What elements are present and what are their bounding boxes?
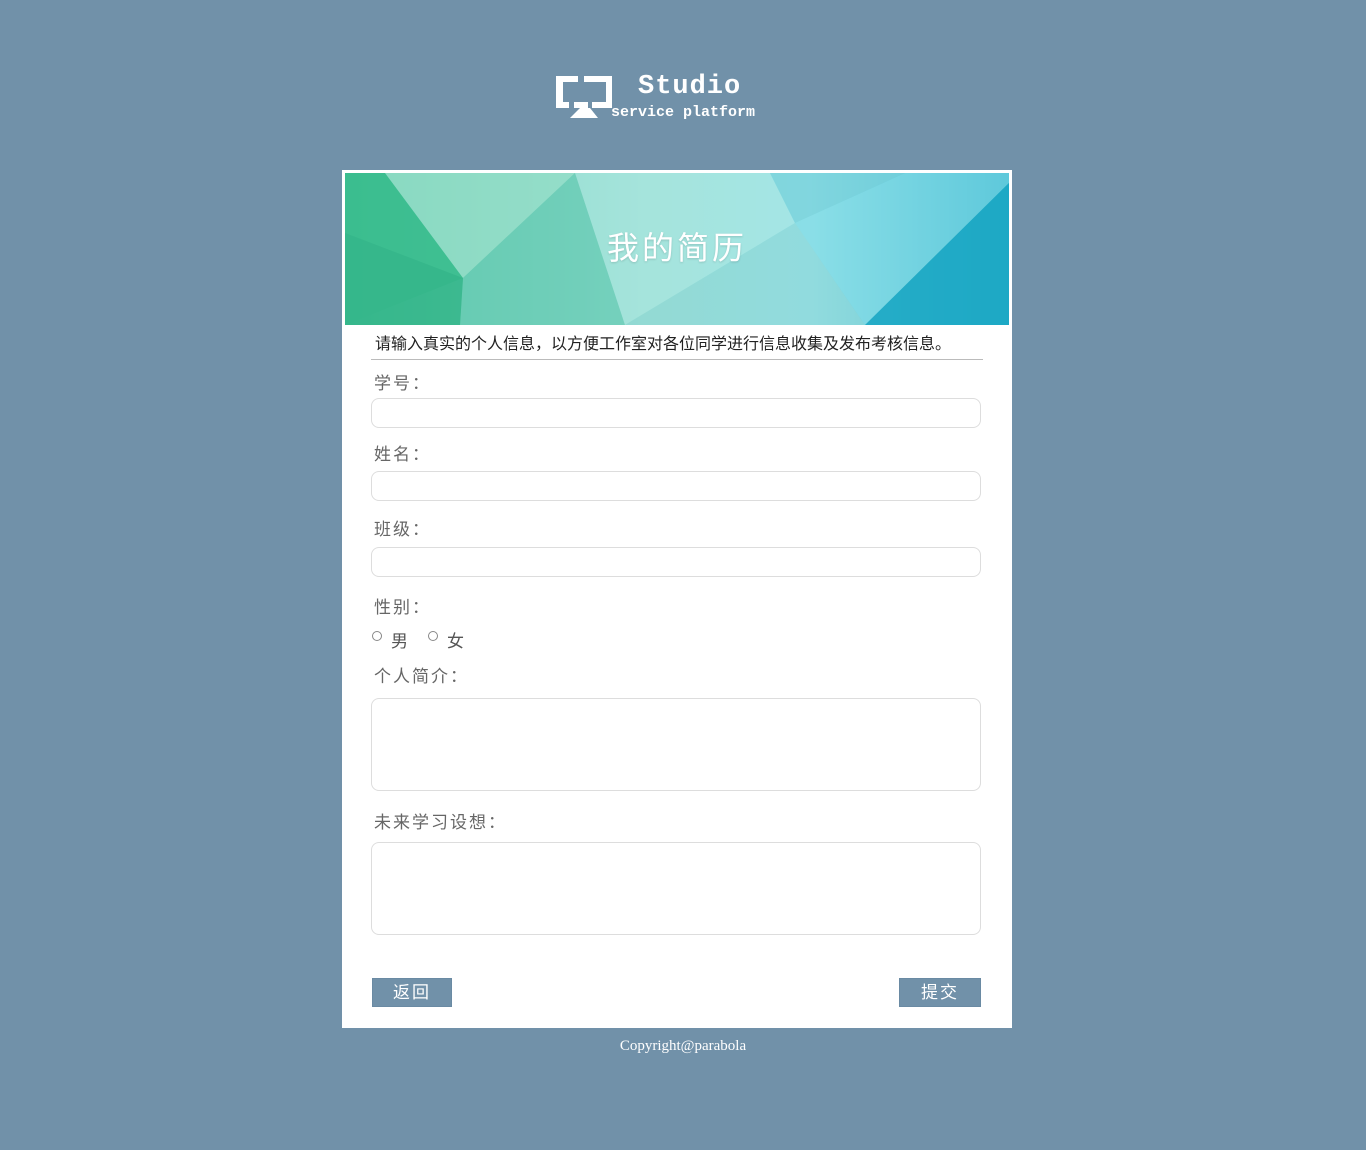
- student-id-label: 学号：: [374, 374, 431, 394]
- name-label: 姓名：: [374, 445, 431, 465]
- profile-textarea[interactable]: [371, 698, 981, 791]
- gender-male-label[interactable]: 男: [391, 627, 408, 652]
- class-input[interactable]: [371, 547, 981, 577]
- gender-female-label[interactable]: 女: [447, 627, 464, 652]
- resume-card: 我的简历 请输入真实的个人信息，以方便工作室对各位同学进行信息收集及发布考核信息…: [342, 170, 1012, 1028]
- form-intro: 请输入真实的个人信息，以方便工作室对各位同学进行信息收集及发布考核信息。: [375, 334, 952, 353]
- logo-tagline: service platform: [611, 104, 756, 121]
- gender-label: 性别：: [374, 598, 431, 618]
- future-plan-textarea[interactable]: [371, 842, 981, 935]
- page-title: 我的简历: [606, 229, 747, 267]
- class-label: 班级：: [374, 520, 431, 540]
- banner: 我的简历: [345, 173, 1009, 325]
- divider: [371, 359, 983, 360]
- studio-logo: Studio service platform: [554, 72, 794, 128]
- gender-male-radio[interactable]: [372, 631, 382, 641]
- profile-label: 个人简介：: [374, 667, 469, 687]
- gender-female-radio[interactable]: [428, 631, 438, 641]
- back-button[interactable]: 返回: [372, 978, 452, 1007]
- future-plan-label: 未来学习设想：: [374, 813, 507, 833]
- submit-button[interactable]: 提交: [899, 978, 981, 1007]
- copyright: Copyright@parabola: [619, 1038, 747, 1054]
- name-input[interactable]: [371, 471, 981, 501]
- logo-name: Studio: [638, 72, 742, 102]
- student-id-input[interactable]: [371, 398, 981, 428]
